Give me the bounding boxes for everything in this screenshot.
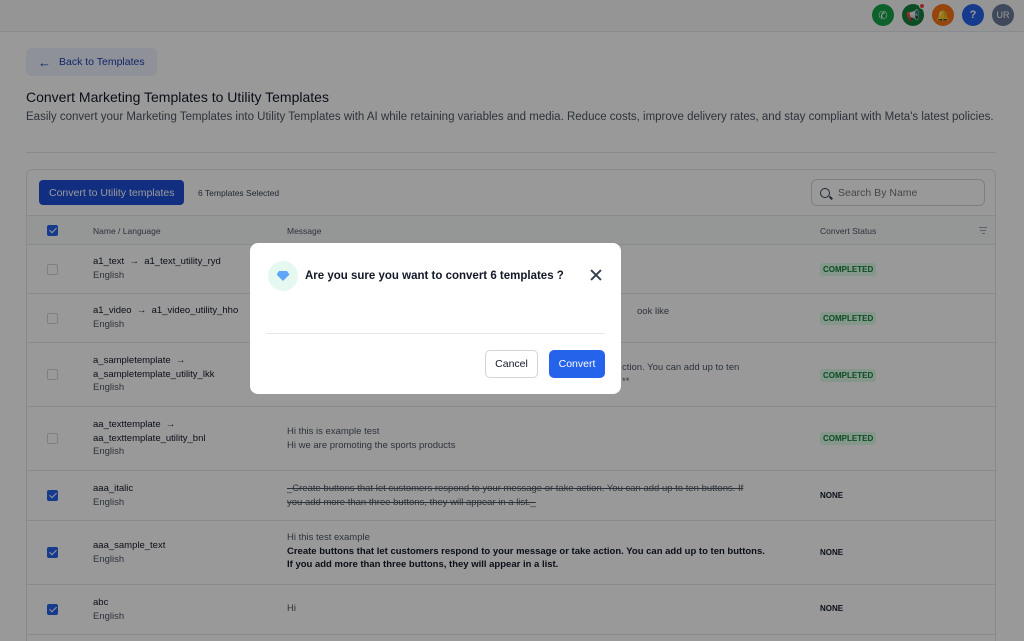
- modal-title: Are you sure you want to convert 6 templ…: [305, 270, 564, 282]
- confirm-modal: Are you sure you want to convert 6 templ…: [250, 243, 621, 394]
- convert-button[interactable]: Convert: [549, 350, 605, 378]
- modal-divider: [266, 333, 605, 334]
- diamond-icon: [268, 261, 298, 291]
- close-icon[interactable]: [589, 268, 603, 282]
- cancel-button[interactable]: Cancel: [485, 350, 538, 378]
